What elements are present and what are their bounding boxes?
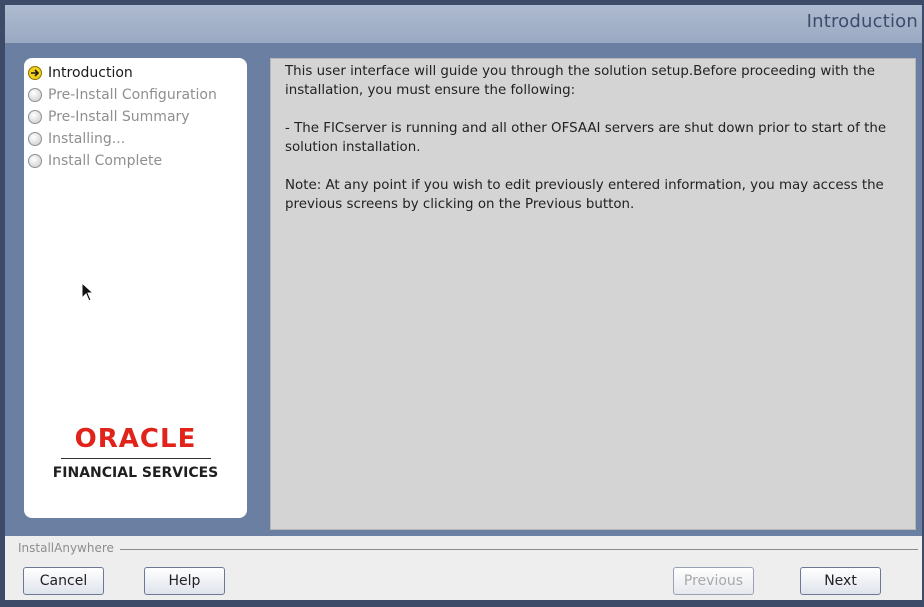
radio-icon bbox=[28, 132, 42, 146]
page-title: Introduction bbox=[806, 11, 918, 32]
intro-text: This user interface will guide you throu… bbox=[271, 59, 915, 236]
window-header: Introduction bbox=[5, 5, 922, 44]
content-panel: This user interface will guide you throu… bbox=[270, 58, 916, 530]
requirement-paragraph: - The FICserver is running and all other… bbox=[285, 121, 887, 155]
footer-brand: InstallAnywhere bbox=[18, 541, 120, 555]
step-introduction: Introduction bbox=[28, 62, 217, 84]
logo-divider bbox=[60, 458, 211, 459]
radio-icon bbox=[28, 110, 42, 124]
step-install-complete: Install Complete bbox=[28, 150, 217, 172]
step-label: Pre-Install Summary bbox=[48, 109, 190, 125]
step-pre-install-summary: Pre-Install Summary bbox=[28, 106, 217, 128]
step-label: Introduction bbox=[48, 65, 133, 81]
logo-brand: ORACLE bbox=[74, 424, 197, 454]
help-button[interactable]: Help bbox=[144, 567, 225, 595]
footer: InstallAnywhere Cancel Help Previous Nex… bbox=[5, 536, 922, 600]
steps-panel: Introduction Pre-Install Configuration P… bbox=[24, 58, 247, 518]
footer-divider bbox=[18, 549, 918, 550]
note-paragraph: Note: At any point if you wish to edit p… bbox=[285, 178, 884, 212]
logo-tagline: FINANCIAL SERVICES bbox=[52, 465, 219, 481]
arrow-right-icon bbox=[28, 66, 42, 80]
intro-paragraph: This user interface will guide you throu… bbox=[285, 64, 875, 98]
step-label: Pre-Install Configuration bbox=[48, 87, 217, 103]
previous-button[interactable]: Previous bbox=[673, 567, 754, 595]
steps-list: Introduction Pre-Install Configuration P… bbox=[28, 62, 217, 172]
mouse-cursor-icon bbox=[81, 281, 95, 306]
step-label: Installing... bbox=[48, 131, 126, 147]
next-button[interactable]: Next bbox=[800, 567, 881, 595]
step-pre-install-configuration: Pre-Install Configuration bbox=[28, 84, 217, 106]
step-installing: Installing... bbox=[28, 128, 217, 150]
radio-icon bbox=[28, 154, 42, 168]
radio-icon bbox=[28, 88, 42, 102]
step-label: Install Complete bbox=[48, 153, 163, 169]
cancel-button[interactable]: Cancel bbox=[23, 567, 104, 595]
oracle-logo: ORACLE FINANCIAL SERVICES bbox=[24, 424, 247, 481]
